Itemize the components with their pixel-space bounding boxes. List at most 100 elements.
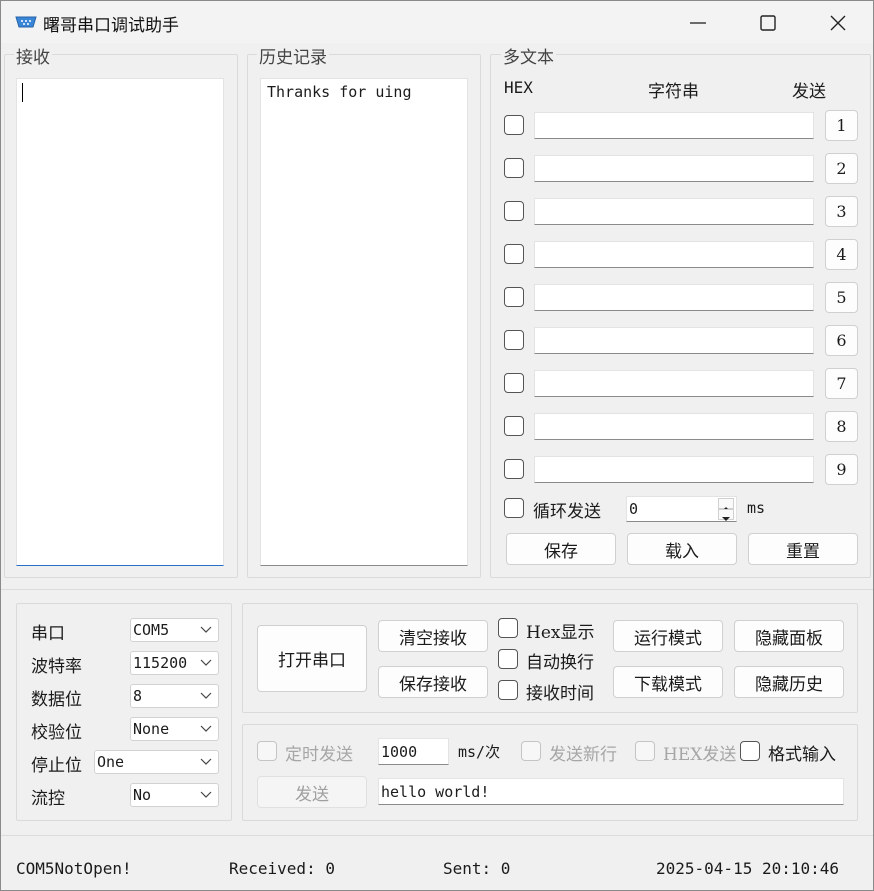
- run-mode-button[interactable]: 运行模式: [613, 620, 723, 652]
- chevron-down-icon: [200, 725, 212, 732]
- download-mode-button[interactable]: 下载模式: [613, 666, 723, 698]
- loop-send-checkbox[interactable]: [504, 498, 524, 518]
- chevron-down-icon: [200, 626, 212, 633]
- send-button[interactable]: 发送: [257, 776, 367, 808]
- load-multitext-button[interactable]: 载入: [627, 533, 737, 565]
- send-column-header: 发送: [792, 82, 826, 102]
- multitext-hex-checkbox[interactable]: [504, 459, 524, 479]
- hex-display-checkbox[interactable]: [498, 618, 518, 638]
- clear-receive-button[interactable]: 清空接收: [378, 620, 488, 652]
- chevron-down-icon: [200, 692, 212, 699]
- receive-time-label: 接收时间: [526, 684, 594, 704]
- minimize-icon: [690, 22, 706, 24]
- multitext-string-input[interactable]: [534, 112, 814, 139]
- multitext-string-input[interactable]: [534, 413, 814, 440]
- maximize-icon: [760, 15, 776, 31]
- reset-multitext-button[interactable]: 重置: [748, 533, 858, 565]
- multitext-hex-checkbox[interactable]: [504, 201, 524, 221]
- status-separator: [1, 835, 873, 836]
- send-text-value: hello world!: [381, 783, 490, 801]
- spin-down-icon: [722, 517, 730, 521]
- auto-newline-checkbox[interactable]: [498, 649, 518, 669]
- multitext-send-button-7[interactable]: 7: [825, 368, 858, 399]
- baud-label: 波特率: [31, 657, 82, 677]
- stopbits-value: One: [97, 753, 125, 771]
- parity-value: None: [133, 720, 170, 738]
- multitext-send-button-2[interactable]: 2: [825, 153, 858, 184]
- hex-display-label: Hex显示: [526, 623, 595, 643]
- multitext-hex-checkbox[interactable]: [504, 287, 524, 307]
- save-multitext-button[interactable]: 保存: [506, 533, 616, 565]
- title-bar[interactable]: 曙哥串口调试助手: [1, 1, 873, 43]
- multitext-send-button-5[interactable]: 5: [825, 282, 858, 313]
- multitext-send-button-1[interactable]: 1: [825, 110, 858, 141]
- hex-send-checkbox[interactable]: [635, 741, 655, 761]
- hide-history-button[interactable]: 隐藏历史: [734, 666, 844, 698]
- multitext-send-button-9[interactable]: 9: [825, 454, 858, 485]
- loop-send-label: 循环发送: [533, 502, 601, 522]
- flow-label: 流控: [31, 789, 65, 809]
- multitext-hex-checkbox[interactable]: [504, 115, 524, 135]
- loop-interval-spinbox[interactable]: 0: [626, 496, 737, 522]
- multitext-send-button-6[interactable]: 6: [825, 325, 858, 356]
- receive-time-checkbox[interactable]: [498, 680, 518, 700]
- maximize-button[interactable]: [733, 1, 803, 43]
- multitext-send-button-3[interactable]: 3: [825, 196, 858, 227]
- stopbits-label: 停止位: [31, 756, 82, 776]
- loop-interval-value: 0: [629, 500, 639, 518]
- multitext-hex-checkbox[interactable]: [504, 330, 524, 350]
- format-input-checkbox[interactable]: [740, 741, 760, 761]
- spin-down-button[interactable]: [718, 509, 734, 521]
- timed-send-checkbox[interactable]: [257, 741, 277, 761]
- history-group-label: 历史记录: [257, 43, 329, 68]
- flow-select[interactable]: No: [130, 783, 219, 807]
- multitext-string-input[interactable]: [534, 284, 814, 311]
- databits-label: 数据位: [31, 690, 82, 710]
- multitext-hex-checkbox[interactable]: [504, 244, 524, 264]
- interval-input[interactable]: 1000: [378, 738, 449, 765]
- multitext-string-input[interactable]: [534, 456, 814, 483]
- send-text-input[interactable]: hello world!: [378, 778, 844, 805]
- stopbits-select[interactable]: One: [94, 750, 219, 774]
- multitext-hex-checkbox[interactable]: [504, 416, 524, 436]
- multitext-send-button-4[interactable]: 4: [825, 239, 858, 270]
- multitext-string-input[interactable]: [534, 198, 814, 225]
- receive-group-label: 接收: [14, 43, 52, 68]
- send-newline-label: 发送新行: [549, 745, 617, 765]
- databits-select[interactable]: 8: [130, 684, 219, 708]
- port-value: COM5: [133, 621, 170, 639]
- panel-separator: [1, 589, 873, 590]
- multitext-string-input[interactable]: [534, 327, 814, 354]
- baud-select[interactable]: 115200: [130, 651, 219, 675]
- parity-select[interactable]: None: [130, 717, 219, 741]
- multitext-hex-checkbox[interactable]: [504, 158, 524, 178]
- auto-newline-label: 自动换行: [526, 653, 594, 673]
- multitext-string-input[interactable]: [534, 155, 814, 182]
- interval-value: 1000: [381, 743, 418, 761]
- format-input-label: 格式输入: [768, 745, 836, 765]
- port-status-text: COM5NotOpen!: [16, 859, 132, 878]
- multitext-string-input[interactable]: [534, 241, 814, 268]
- port-label: 串口: [31, 624, 65, 644]
- history-textarea[interactable]: Thranks for uing: [260, 78, 468, 566]
- chevron-down-icon: [200, 758, 212, 765]
- baud-value: 115200: [133, 654, 188, 672]
- multitext-string-input[interactable]: [534, 370, 814, 397]
- chevron-down-icon: [200, 659, 212, 666]
- multitext-group-label: 多文本: [501, 43, 556, 68]
- multitext-send-button-8[interactable]: 8: [825, 411, 858, 442]
- save-receive-button[interactable]: 保存接收: [378, 666, 488, 698]
- open-port-button[interactable]: 打开串口: [257, 625, 367, 692]
- minimize-button[interactable]: [663, 1, 733, 43]
- close-button[interactable]: [803, 1, 873, 43]
- receive-textarea[interactable]: [16, 78, 224, 566]
- port-select[interactable]: COM5: [130, 618, 219, 642]
- interval-unit-label: ms/次: [458, 743, 501, 761]
- window-title: 曙哥串口调试助手: [43, 16, 179, 36]
- hide-panel-button[interactable]: 隐藏面板: [734, 620, 844, 652]
- multitext-hex-checkbox[interactable]: [504, 373, 524, 393]
- chevron-down-icon: [200, 791, 212, 798]
- spin-up-button[interactable]: [718, 498, 734, 511]
- send-newline-checkbox[interactable]: [521, 741, 541, 761]
- loop-unit-label: ms: [747, 499, 766, 517]
